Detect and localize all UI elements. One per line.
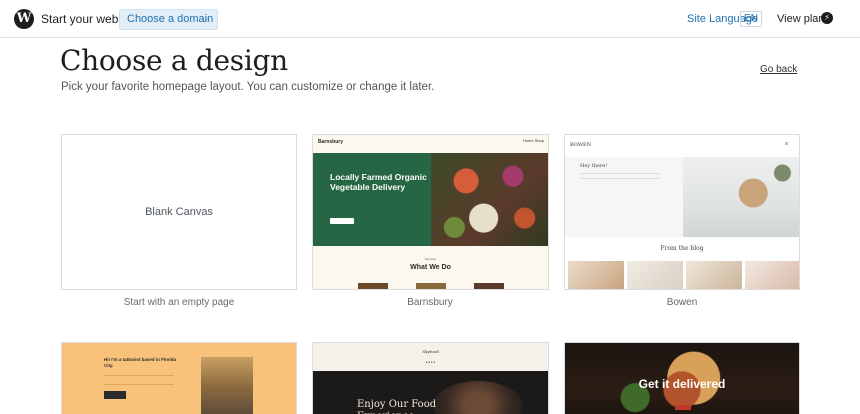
- chevron-down-icon: ⌵: [201, 14, 208, 24]
- language-code-badge[interactable]: EN: [740, 11, 762, 27]
- hamburger-menu-icon: ≡: [785, 141, 788, 147]
- page-title: Choose a design: [60, 44, 288, 77]
- tattoo-portrait-image: [201, 357, 253, 414]
- bowen-logo: BOWEN: [570, 142, 592, 148]
- choose-domain-button[interactable]: Choose a domain ⌵: [119, 9, 218, 30]
- design-caption-blank-canvas: Start with an empty page: [123, 297, 235, 308]
- tattoo-background: [62, 343, 296, 414]
- barnsbury-thumb-image: [416, 283, 446, 289]
- delivery-hero-title: Get it delivered: [638, 377, 726, 391]
- design-card-barnsbury[interactable]: Barnsbury Home Shop Locally Farmed Organ…: [312, 134, 549, 290]
- skyfood-header: Skyfood ● ● ● ●: [313, 343, 548, 371]
- skyfood-logo: Skyfood: [422, 349, 439, 354]
- bowen-hero-text-lines: [580, 173, 660, 179]
- bowen-blog-thumb: [568, 261, 624, 289]
- bowen-blog-heading: From the blog: [660, 245, 704, 252]
- design-card-tattoo[interactable]: Hi! I'm a tattooist based in Florida Cit…: [61, 342, 297, 414]
- skyfood-nav-dots: ● ● ● ●: [425, 360, 436, 364]
- top-bar: W Start your website Choose a domain ⌵ S…: [0, 0, 860, 38]
- design-card-delivery[interactable]: Get it delivered: [564, 342, 800, 414]
- bowen-blog-thumb: [686, 261, 742, 289]
- tattoo-hero-button: [104, 391, 126, 399]
- design-caption-bowen: Bowen: [666, 297, 698, 308]
- barnsbury-vegetables-image: [431, 153, 548, 246]
- plans-bolt-icon[interactable]: ⚡: [821, 12, 833, 24]
- barnsbury-section-title: What We Do: [410, 264, 451, 271]
- design-caption-barnsbury: Barnsbury: [407, 297, 453, 308]
- barnsbury-logo: Barnsbury: [318, 139, 344, 145]
- tattoo-hero-body: [104, 375, 174, 385]
- barnsbury-services-section: Services What We Do: [313, 246, 548, 289]
- bowen-blog-thumb: [627, 261, 683, 289]
- barnsbury-hero-title: Locally Farmed Organic Vegetable Deliver…: [330, 172, 427, 192]
- barnsbury-thumb-image: [474, 283, 504, 289]
- bowen-hero-title: Hey there!: [580, 163, 608, 169]
- barnsbury-hero-body: [330, 206, 420, 215]
- barnsbury-header: Barnsbury Home Shop: [313, 135, 548, 153]
- go-back-link[interactable]: Go back: [760, 64, 797, 75]
- design-card-bowen[interactable]: BOWEN ≡ Hey there! From the blog: [564, 134, 800, 290]
- bowen-blog-thumb: [745, 261, 799, 289]
- page-subtitle: Pick your favorite homepage layout. You …: [61, 81, 435, 93]
- design-card-blank-canvas[interactable]: Blank Canvas: [61, 134, 297, 290]
- tattoo-hero-title: Hi! I'm a tattooist based in Florida Cit…: [104, 357, 177, 368]
- wordpress-logo-icon[interactable]: W: [14, 9, 34, 29]
- bowen-header: BOWEN ≡: [565, 135, 799, 157]
- skyfood-hero-title: Enjoy Our Food Experience: [357, 399, 437, 414]
- bowen-hero-image: [683, 157, 799, 237]
- blank-canvas-label: Blank Canvas: [145, 206, 213, 218]
- barnsbury-hero-button: [330, 218, 354, 224]
- barnsbury-section-label: Services: [424, 257, 437, 261]
- barnsbury-hero-panel: [313, 153, 431, 246]
- barnsbury-nav: Home Shop: [522, 138, 544, 143]
- barnsbury-thumb-image: [358, 283, 388, 289]
- design-card-skyfood[interactable]: Skyfood ● ● ● ● Enjoy Our Food Experienc…: [312, 342, 549, 414]
- delivery-hero-button: [675, 405, 691, 410]
